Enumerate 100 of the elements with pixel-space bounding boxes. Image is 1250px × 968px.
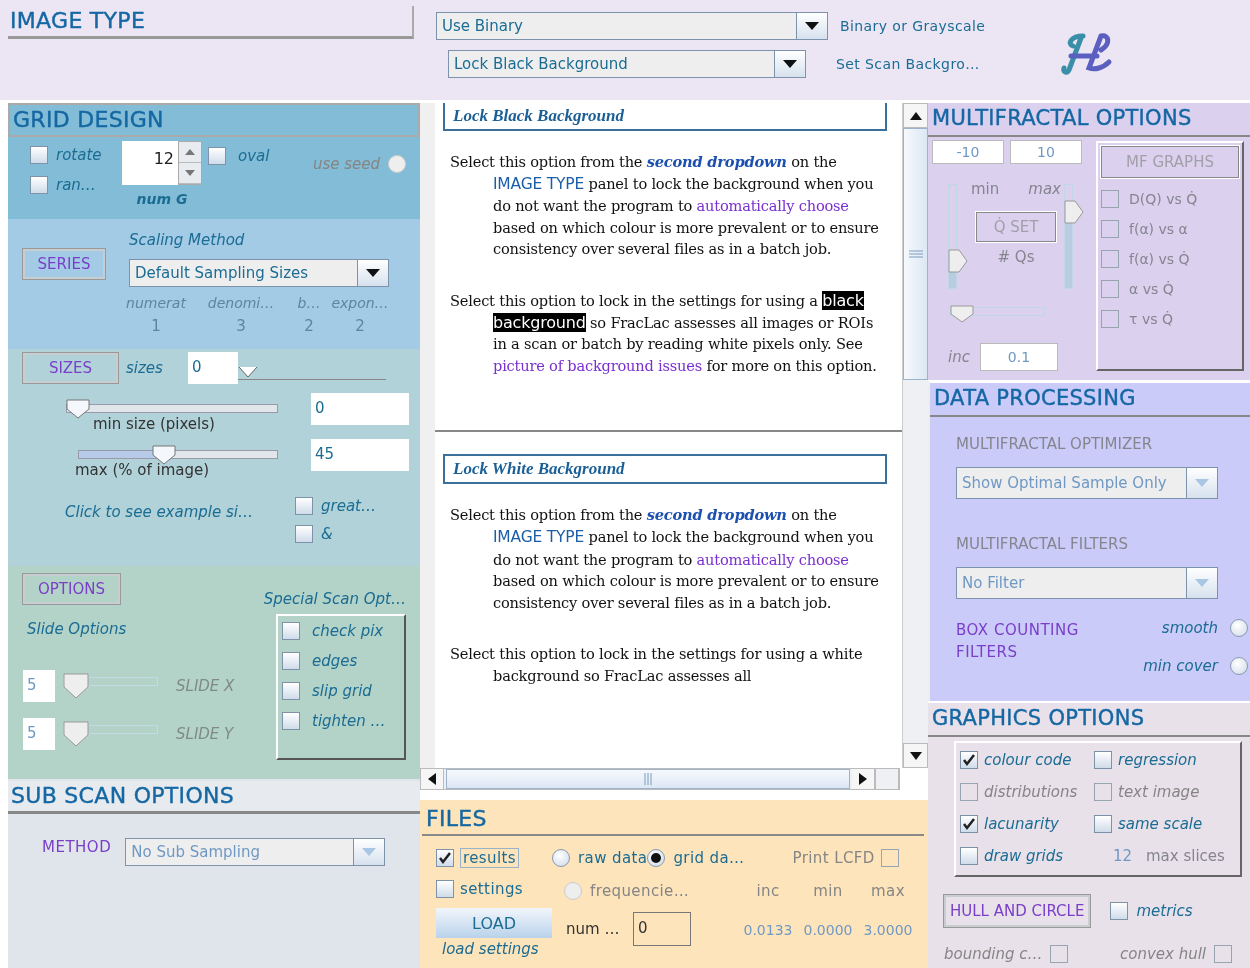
- checkbox[interactable]: [880, 849, 899, 867]
- checkbox[interactable]: [1101, 220, 1119, 238]
- checkbox[interactable]: [1094, 815, 1112, 833]
- stat-value: 0.0133: [743, 922, 793, 938]
- spin-up-button[interactable]: [179, 142, 201, 163]
- scroll-thumb[interactable]: [446, 769, 850, 789]
- number-field[interactable]: 12: [1104, 847, 1132, 865]
- checkbox-label: &: [321, 525, 333, 543]
- spin-down-button[interactable]: [179, 163, 201, 184]
- dropdown[interactable]: Use Binary: [436, 12, 828, 40]
- slider[interactable]: [948, 184, 968, 289]
- sizes-button[interactable]: SIZES: [23, 353, 118, 383]
- slider-thumb[interactable]: [238, 366, 258, 378]
- slider-thumb[interactable]: [950, 305, 974, 323]
- checkbox[interactable]: [295, 525, 313, 543]
- number-field[interactable]: 12: [122, 141, 178, 185]
- section-label: Scaling Method: [129, 231, 246, 249]
- slider-thumb[interactable]: [151, 445, 176, 465]
- checkbox[interactable]: [1110, 902, 1129, 920]
- checkbox[interactable]: [295, 497, 313, 515]
- scrollbar[interactable]: [420, 768, 900, 790]
- checkbox[interactable]: [1101, 280, 1119, 298]
- checkbox[interactable]: [436, 849, 454, 867]
- checkbox[interactable]: [208, 147, 226, 165]
- number-field[interactable]: 45: [311, 439, 409, 471]
- number-field[interactable]: 5: [23, 718, 55, 750]
- number-field[interactable]: 0: [188, 352, 238, 384]
- link-label[interactable]: Click to see example si…: [65, 503, 295, 543]
- checkbox[interactable]: [1101, 190, 1119, 208]
- slider-thumb[interactable]: [66, 399, 90, 419]
- checkbox[interactable]: [30, 176, 48, 194]
- checkbox-label: D(Q) vs Q̇: [1129, 191, 1198, 207]
- number-field[interactable]: 0.1: [979, 343, 1058, 371]
- scrollbar[interactable]: [902, 103, 928, 768]
- checkbox[interactable]: [282, 682, 300, 700]
- number-field[interactable]: 10: [1010, 140, 1082, 164]
- panel-title: SUB SCAN OPTIONS: [8, 781, 420, 814]
- number-field[interactable]: 0: [311, 393, 409, 425]
- caret-icon: [805, 22, 819, 30]
- series-button[interactable]: SERIES: [23, 249, 105, 279]
- radio-button[interactable]: [647, 849, 666, 867]
- column-heading: denomi…: [207, 295, 275, 311]
- dropdown[interactable]: Default Sampling Sizes: [129, 259, 389, 287]
- checkbox[interactable]: [1214, 945, 1232, 963]
- section-label: Slide Options: [27, 620, 128, 638]
- number-field[interactable]: 5: [23, 670, 55, 702]
- dropdown[interactable]: Show Optimal Sample Only: [956, 467, 1218, 499]
- radio-button[interactable]: [552, 849, 570, 867]
- radio-button[interactable]: [1230, 657, 1248, 675]
- number-field[interactable]: 0: [633, 912, 691, 946]
- load-button[interactable]: LOAD: [436, 908, 552, 938]
- help-link[interactable]: automatically choose: [696, 550, 849, 568]
- slider-thumb[interactable]: [1064, 200, 1084, 225]
- slider[interactable]: [950, 305, 1045, 323]
- scroll-up-button[interactable]: [903, 103, 928, 128]
- slider[interactable]: [63, 673, 158, 699]
- checkbox[interactable]: [282, 622, 300, 640]
- slider[interactable]: [1064, 184, 1084, 289]
- slider-thumb[interactable]: [948, 248, 968, 273]
- checkbox[interactable]: [30, 146, 48, 164]
- scroll-right-button[interactable]: [852, 769, 875, 789]
- checkbox-label: edges: [312, 652, 358, 670]
- checkbox[interactable]: [960, 815, 978, 833]
- scroll-left-button[interactable]: [421, 769, 444, 789]
- checkbox[interactable]: [1094, 751, 1112, 769]
- slider[interactable]: [66, 399, 278, 419]
- slider-thumb[interactable]: [63, 673, 89, 699]
- column-heading: expon…: [331, 295, 389, 311]
- slider-thumb[interactable]: [63, 721, 89, 747]
- scroll-down-button[interactable]: [903, 743, 928, 768]
- section-label: BOX COUNTING FILTERS: [956, 620, 1080, 663]
- checkbox[interactable]: [1101, 310, 1119, 328]
- slider[interactable]: [78, 445, 278, 465]
- slider[interactable]: [238, 366, 386, 380]
- options-button[interactable]: OPTIONS: [23, 574, 120, 604]
- checkbox[interactable]: [282, 712, 300, 730]
- scroll-thumb[interactable]: [903, 128, 928, 380]
- checkbox[interactable]: [1101, 250, 1119, 268]
- help-link[interactable]: automatically choose: [696, 197, 849, 215]
- slider[interactable]: [63, 721, 158, 747]
- checkbox[interactable]: [436, 880, 454, 898]
- dropdown[interactable]: No Filter: [956, 567, 1218, 599]
- radio-button[interactable]: [1230, 619, 1248, 637]
- arrow-left-icon: [428, 773, 436, 785]
- checkbox-label: f(α) vs Q̇: [1129, 251, 1190, 267]
- checkbox-label: colour code: [984, 751, 1072, 769]
- slider-label: max (% of image): [75, 461, 211, 479]
- stat-label: min: [813, 882, 843, 900]
- checkbox[interactable]: [960, 847, 978, 865]
- checkbox[interactable]: [282, 652, 300, 670]
- dropdown-label: Set Scan Backgro…: [836, 56, 980, 72]
- radio-label: grid da…: [673, 849, 745, 867]
- checkbox[interactable]: [1050, 945, 1069, 963]
- help-paragraph: Select this option to lock in the settings for using a white background so FracLac assesses all: [450, 644, 864, 686]
- dropdown[interactable]: Lock Black Background: [448, 50, 806, 78]
- number-field[interactable]: -10: [932, 140, 1004, 164]
- help-link[interactable]: picture of background issues: [493, 356, 703, 374]
- checkbox[interactable]: [960, 751, 978, 769]
- hull-and-circle-button[interactable]: HULL AND CIRCLE: [944, 895, 1091, 927]
- slider-label: min: [971, 180, 1000, 198]
